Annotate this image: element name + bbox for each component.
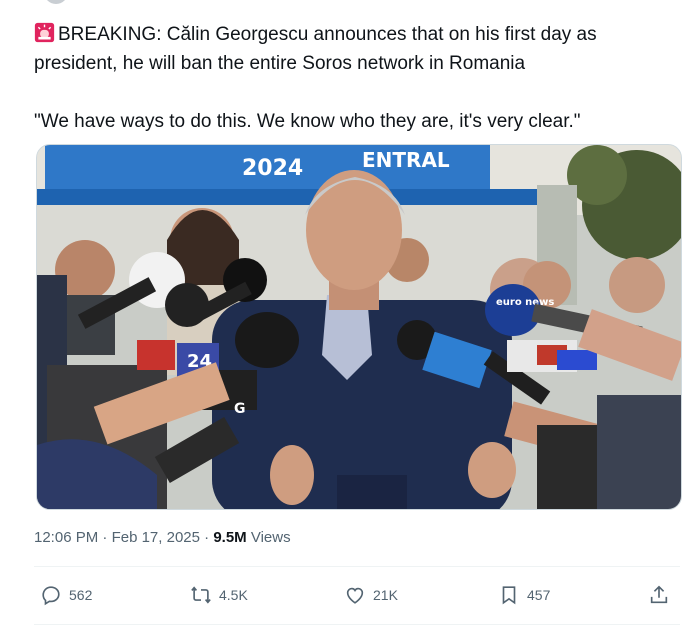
repost-count: 4.5K: [219, 587, 248, 603]
banner-text: 2024: [242, 156, 303, 181]
like-count: 21K: [373, 587, 398, 603]
svg-text:G: G: [234, 401, 246, 417]
repost-icon: [191, 586, 211, 604]
heart-icon: [346, 587, 364, 604]
tweet-meta: 12:06 PM · Feb 17, 2025 · 9.5M Views: [34, 528, 291, 548]
like-button[interactable]: 21K: [344, 580, 398, 610]
press-conference-photo: 2024 ENTRAL 24 G euro news: [37, 145, 681, 509]
bookmark-icon: [502, 586, 516, 605]
tweet-time[interactable]: 12:06 PM: [34, 529, 98, 546]
tweet-photo[interactable]: 2024 ENTRAL 24 G euro news: [36, 144, 682, 510]
mic-euronews: [485, 284, 541, 336]
avatar[interactable]: [44, 0, 68, 4]
views-count: 9.5M: [213, 529, 247, 546]
banner-text-2: ENTRAL: [362, 148, 450, 172]
bookmark-button[interactable]: 457: [498, 580, 550, 610]
rotating-light-icon: [34, 22, 55, 43]
divider: [34, 566, 680, 567]
repost-button[interactable]: 4.5K: [190, 580, 248, 610]
action-bar: 562 4.5K 21K 457: [34, 580, 680, 610]
views-label: Views: [246, 529, 291, 546]
tweet-quote: "We have ways to do this. We know who th…: [34, 111, 581, 132]
tweet-headline: BREAKING: Călin Georgescu announces that…: [34, 24, 597, 74]
share-icon: [650, 585, 668, 604]
subject-face: [306, 170, 402, 290]
reply-icon: [42, 586, 60, 606]
reply-count: 562: [69, 587, 93, 603]
tweet-body: BREAKING: Călin Georgescu announces that…: [34, 20, 674, 136]
divider: [34, 624, 680, 625]
reply-button[interactable]: 562: [40, 580, 92, 610]
share-button[interactable]: [648, 580, 677, 610]
tweet-date[interactable]: Feb 17, 2025: [112, 529, 200, 546]
meta-separator: ·: [98, 529, 112, 546]
bookmark-count: 457: [527, 587, 551, 603]
tweet-line-1: BREAKING: Călin Georgescu announces that…: [34, 20, 674, 78]
meta-separator: ·: [199, 529, 214, 546]
